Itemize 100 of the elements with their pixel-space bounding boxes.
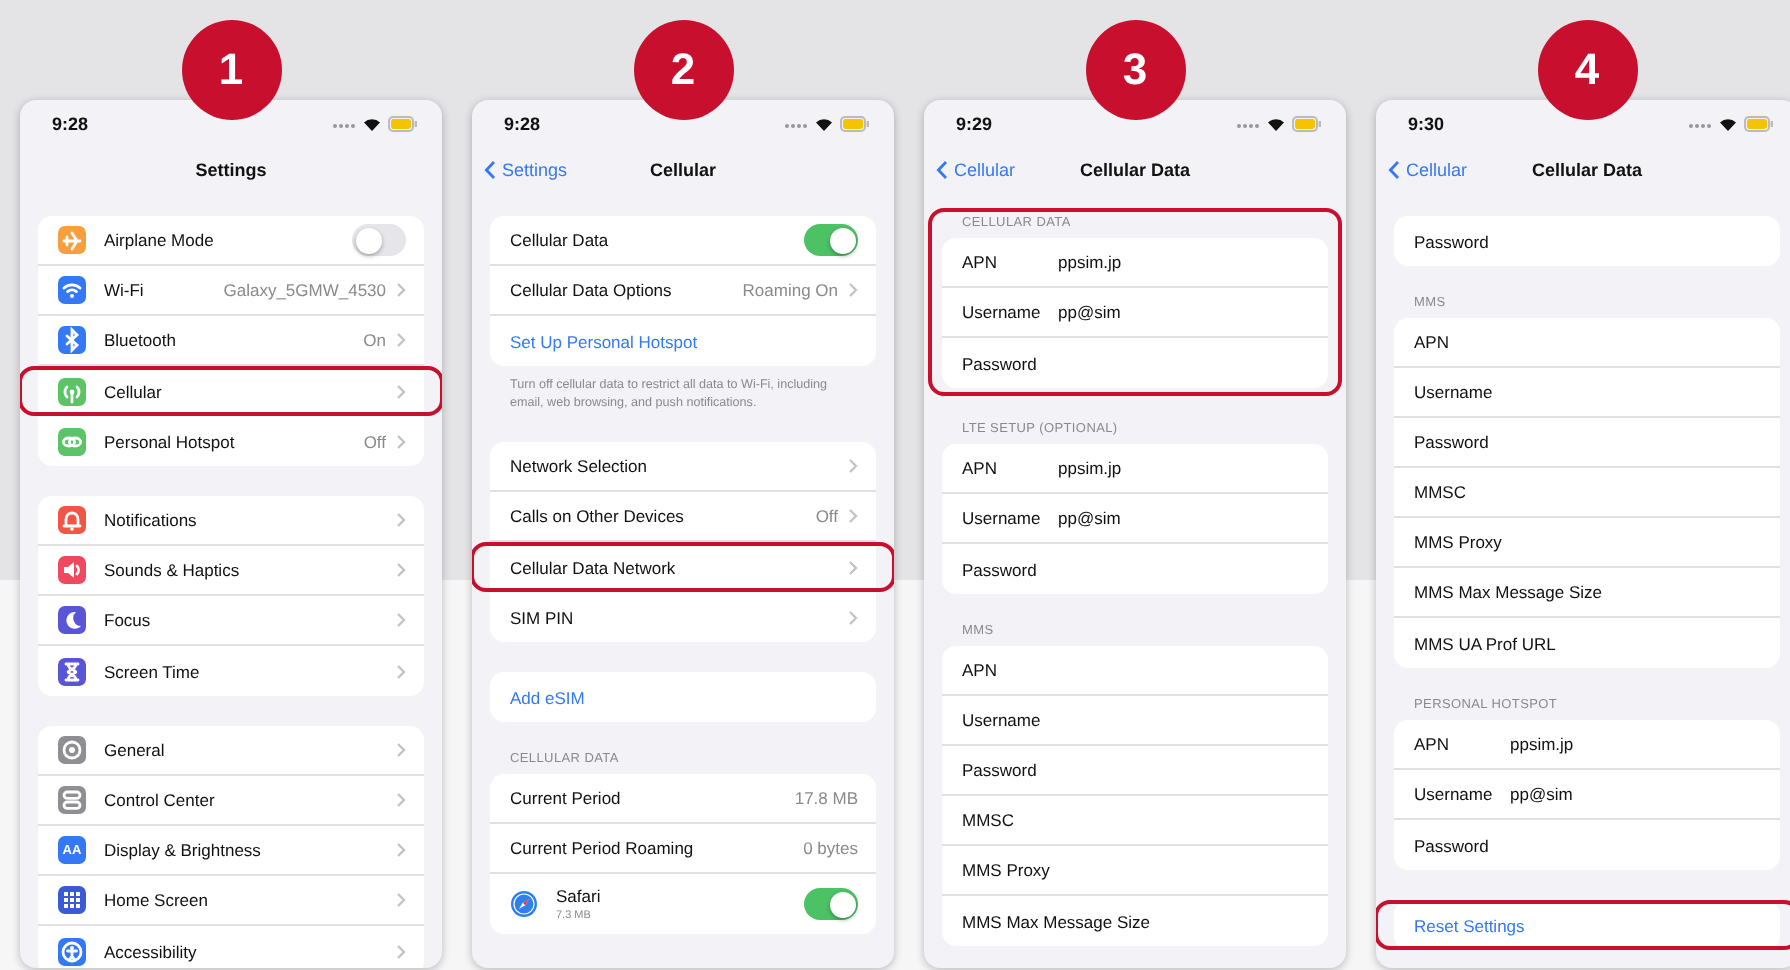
wifi-icon — [1718, 116, 1738, 132]
row-label: Cellular Data Network — [510, 557, 678, 578]
field-row[interactable]: MMS Proxy — [942, 846, 1328, 896]
back-button[interactable]: Cellular — [1388, 160, 1468, 180]
wifi-icon — [362, 116, 382, 132]
back-button[interactable]: Settings — [484, 160, 568, 180]
status-time: 9:29 — [956, 114, 995, 134]
settings-row[interactable]: Home Screen — [38, 876, 424, 926]
field-row[interactable]: Password — [942, 338, 1328, 388]
field-row[interactable]: Password — [1394, 216, 1780, 266]
back-button[interactable]: Cellular — [936, 160, 1016, 180]
row-label: Accessibility — [104, 941, 199, 961]
settings-row[interactable]: SIM PIN — [490, 592, 876, 643]
toggle-switch[interactable] — [352, 224, 406, 256]
field-row[interactable]: MMSC — [942, 796, 1328, 846]
signal-icon — [332, 118, 356, 130]
app-name: Safari — [556, 886, 603, 907]
settings-row[interactable]: Control Center — [38, 776, 424, 826]
field-label: MMSC — [1414, 482, 1468, 502]
settings-row[interactable]: Focus — [38, 596, 424, 646]
row-label: Display & Brightness — [104, 840, 263, 860]
back-label[interactable]: Settings — [502, 160, 568, 180]
field-row[interactable]: APN ppsim.jp — [1394, 720, 1780, 770]
row-value: On — [363, 330, 386, 350]
field-value[interactable]: pp@sim — [1058, 302, 1121, 322]
field-row[interactable]: MMS Max Message Size — [942, 896, 1328, 946]
field-value[interactable]: ppsim.jp — [1058, 458, 1122, 478]
field-row[interactable]: Password — [1394, 820, 1780, 870]
settings-row[interactable]: Sounds & Haptics — [38, 546, 424, 596]
row-label: Focus — [104, 610, 153, 630]
field-label: MMS Max Message Size — [962, 911, 1152, 931]
field-row[interactable]: Username — [1394, 368, 1780, 418]
chevron-icon — [396, 433, 406, 449]
settings-row[interactable]: Cellular — [20, 366, 442, 416]
settings-row[interactable]: Bluetooth On — [38, 316, 424, 366]
settings-row[interactable]: Cellular Data Network — [472, 542, 894, 593]
field-row[interactable]: MMSC — [1394, 468, 1780, 518]
chevron-icon — [396, 943, 406, 959]
status-time: 9:30 — [1408, 114, 1447, 134]
field-row[interactable]: Password — [942, 746, 1328, 796]
chevron-icon — [396, 512, 406, 528]
field-row[interactable]: MMS UA Prof URL — [1394, 618, 1780, 668]
field-row[interactable]: MMS Proxy — [1394, 518, 1780, 568]
field-row[interactable]: APN — [942, 646, 1328, 696]
field-label: APN — [1414, 734, 1451, 754]
toggle-switch[interactable] — [804, 888, 858, 921]
row-label: General — [104, 740, 167, 760]
settings-row[interactable]: Wi-Fi Galaxy_5GMW_4530 — [38, 266, 424, 316]
settings-row[interactable]: Airplane Mode — [38, 216, 424, 266]
settings-row[interactable]: Current Period Roaming 0 bytes — [490, 824, 876, 875]
field-row[interactable]: Username pp@sim — [1394, 770, 1780, 820]
settings-row[interactable]: Cellular Data — [490, 216, 876, 266]
settings-row[interactable]: Accessibility — [38, 926, 424, 968]
row-label: Cellular Data — [510, 230, 611, 250]
settings-row[interactable]: Notifications — [38, 496, 424, 546]
field-row[interactable]: APN ppsim.jp — [942, 238, 1328, 288]
field-label: MMS Proxy — [1414, 532, 1504, 552]
field-row[interactable]: Password — [1394, 418, 1780, 468]
field-row[interactable]: Username pp@sim — [942, 494, 1328, 544]
back-label[interactable]: Cellular — [954, 160, 1016, 180]
field-value[interactable]: pp@sim — [1510, 784, 1573, 804]
settings-link[interactable]: Set Up Personal Hotspot — [490, 316, 876, 366]
field-value[interactable]: pp@sim — [1058, 508, 1121, 528]
settings-row[interactable]: Current Period 17.8 MB — [490, 774, 876, 825]
field-value[interactable]: ppsim.jp — [1058, 252, 1122, 272]
row-value: 17.8 MB — [794, 788, 858, 809]
field-label: Password — [1414, 231, 1491, 251]
field-label: APN — [962, 660, 999, 680]
settings-row[interactable]: Personal Hotspot Off — [38, 416, 424, 466]
chevron-left-icon — [936, 160, 948, 180]
battery-icon — [1744, 116, 1774, 132]
settings-row[interactable]: Cellular Data Options Roaming On — [490, 266, 876, 316]
row-label: Network Selection — [510, 456, 650, 477]
field-label: Password — [962, 559, 1039, 579]
field-value[interactable]: ppsim.jp — [1510, 734, 1574, 754]
row-value: Roaming On — [742, 280, 838, 300]
settings-row[interactable]: General — [38, 726, 424, 776]
field-row[interactable]: Username pp@sim — [942, 288, 1328, 338]
settings-link[interactable]: Reset Settings — [1376, 900, 1790, 950]
back-label[interactable]: Cellular — [1406, 160, 1468, 180]
field-row[interactable]: MMS Max Message Size — [1394, 568, 1780, 618]
field-label: Password — [962, 760, 1039, 780]
field-row[interactable]: Password — [942, 544, 1328, 594]
settings-link[interactable]: Add eSIM — [490, 672, 876, 723]
row-value: Off — [363, 431, 386, 451]
chevron-icon — [396, 742, 406, 758]
chevron-icon — [396, 612, 406, 628]
wifi-icon — [1266, 116, 1286, 132]
field-row[interactable]: APN ppsim.jp — [942, 444, 1328, 494]
chevron-left-icon — [484, 160, 496, 180]
toggle-switch[interactable] — [804, 224, 858, 256]
settings-row[interactable]: Screen Time — [38, 646, 424, 696]
row-label: Control Center — [104, 790, 217, 810]
field-label: Username — [962, 710, 1043, 730]
field-row[interactable]: APN — [1394, 318, 1780, 368]
field-label: Password — [962, 353, 1039, 373]
settings-row[interactable]: Calls on Other Devices Off — [490, 492, 876, 543]
field-label: APN — [962, 458, 999, 478]
settings-row[interactable]: Network Selection — [490, 442, 876, 493]
field-row[interactable]: Username — [942, 696, 1328, 746]
